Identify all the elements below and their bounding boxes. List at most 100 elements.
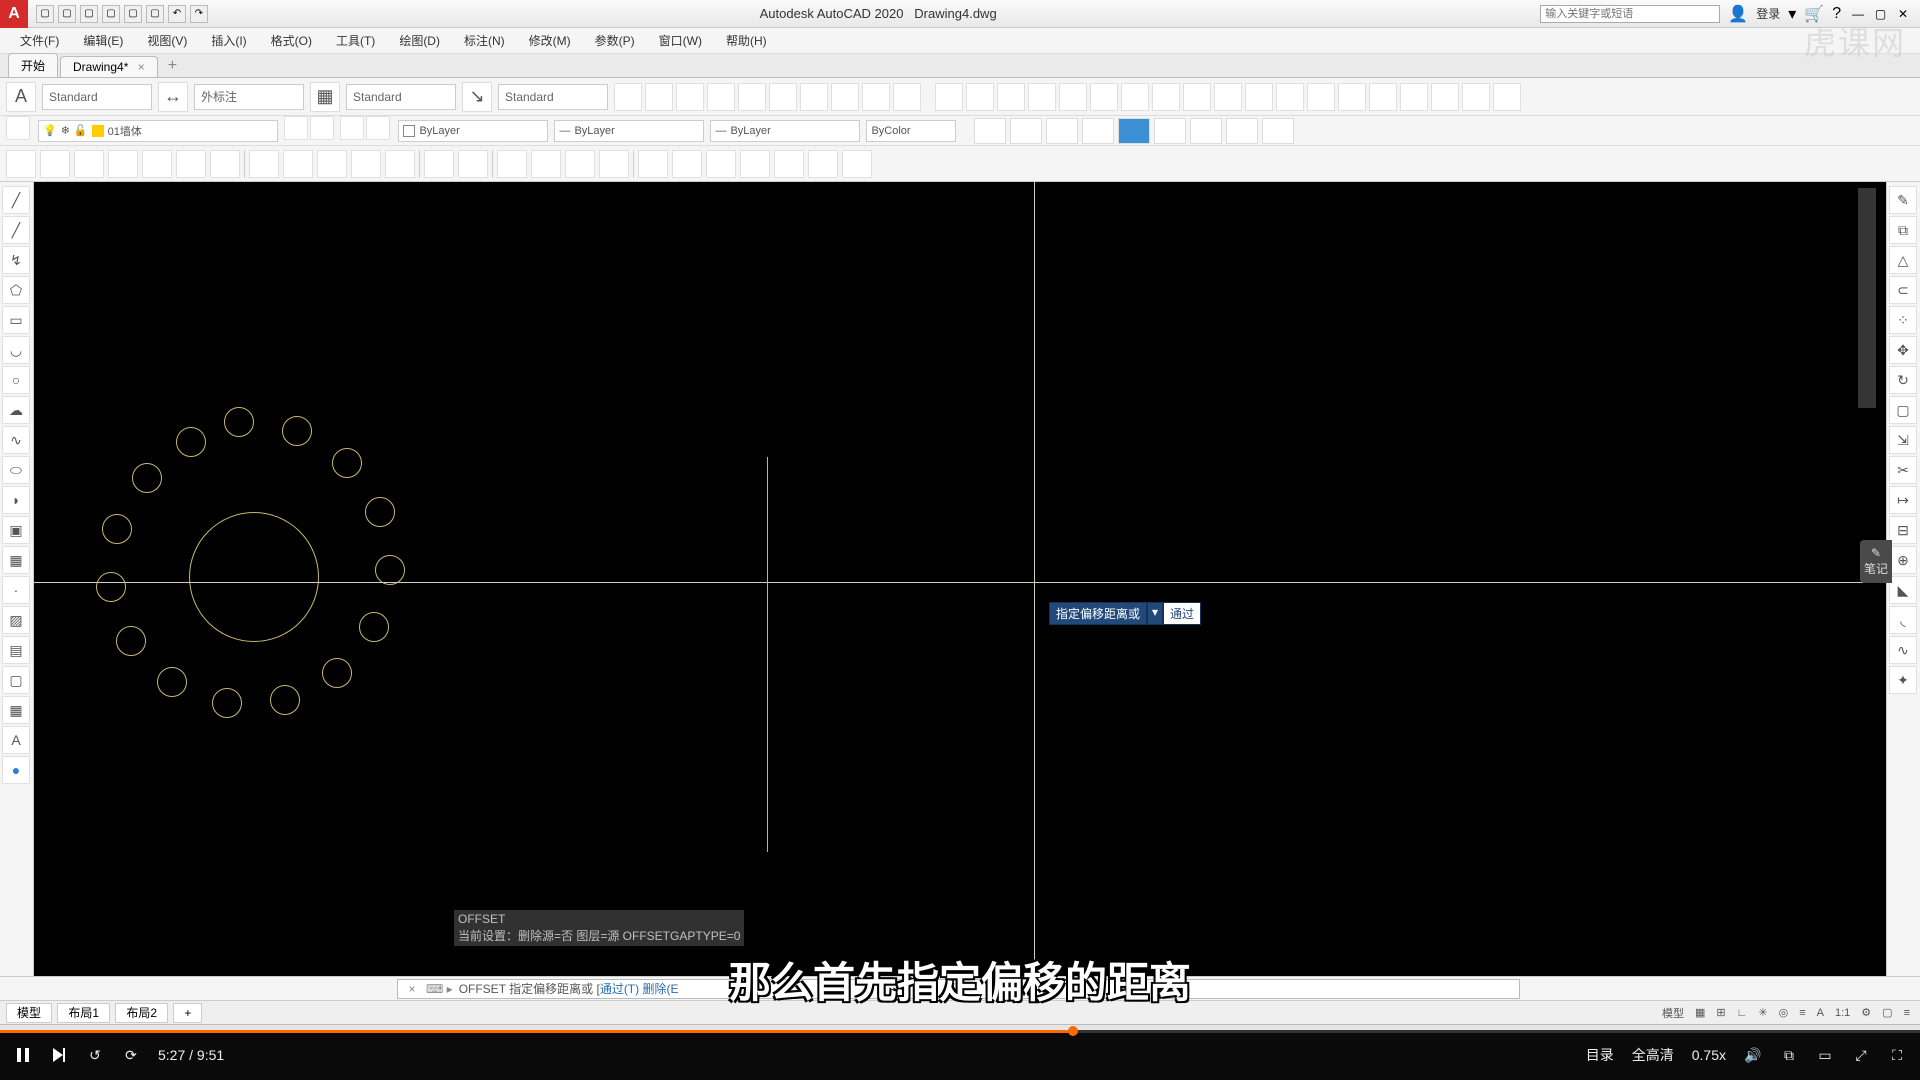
layer-icon-5[interactable] (738, 83, 766, 111)
zoom-in-icon[interactable] (1154, 118, 1186, 144)
undo-icon[interactable] (424, 150, 454, 178)
player-menu-button[interactable]: 目录 (1586, 1045, 1614, 1065)
zoom-rt-icon[interactable] (531, 150, 561, 178)
menu-param[interactable]: 参数(P) (583, 32, 647, 49)
table-style-icon[interactable]: ▦ (310, 82, 340, 112)
layer-dropdown[interactable]: 💡 ❄ 🔓 01墙体 (38, 120, 278, 142)
layer-icon-2[interactable] (645, 83, 673, 111)
cmdline-options[interactable]: 通过(T) 删除(E (600, 982, 679, 996)
markup-icon[interactable] (774, 150, 804, 178)
player-speed-button[interactable]: 0.75x (1692, 1047, 1726, 1063)
search-input[interactable] (1540, 5, 1720, 23)
layer-icon-4[interactable] (707, 83, 735, 111)
tab-layout1[interactable]: 布局1 (57, 1003, 110, 1023)
dim-radius-icon[interactable] (1059, 83, 1087, 111)
tab-start[interactable]: 开始 (8, 53, 58, 77)
dim-base-icon[interactable] (1152, 83, 1180, 111)
status-scale-icon[interactable]: 1:1 (1831, 1005, 1854, 1021)
plot-icon[interactable] (108, 150, 138, 178)
open-icon[interactable] (40, 150, 70, 178)
layer-icon-7[interactable] (800, 83, 828, 111)
zoom-all-icon[interactable] (1118, 118, 1150, 144)
menu-insert[interactable]: 插入(I) (199, 32, 258, 49)
dim-update-icon[interactable] (1462, 83, 1490, 111)
layer-icon-8[interactable] (831, 83, 859, 111)
break-icon[interactable]: ⊟ (1889, 516, 1917, 544)
dcenter-icon[interactable] (672, 150, 702, 178)
copy-icon[interactable] (283, 150, 313, 178)
menu-window[interactable]: 窗口(W) (647, 32, 714, 49)
dim-tedit-icon[interactable] (1431, 83, 1459, 111)
qat-cloud-icon[interactable]: ▢ (124, 5, 142, 23)
menu-tools[interactable]: 工具(T) (324, 32, 387, 49)
addselected-icon[interactable]: ● (2, 756, 30, 784)
color-dropdown[interactable]: ByLayer (398, 120, 548, 142)
plotstyle-dropdown[interactable]: ByColor (866, 120, 956, 142)
dim-jog-icon[interactable] (1369, 83, 1397, 111)
menu-modify[interactable]: 修改(M) (517, 32, 583, 49)
hatch-icon[interactable]: ▨ (2, 606, 30, 634)
dim-center-icon[interactable] (1307, 83, 1335, 111)
dynamic-input-field[interactable]: 通过 (1163, 602, 1201, 625)
menu-file[interactable]: 文件(F) (8, 32, 71, 49)
zoom-object-icon[interactable] (1262, 118, 1294, 144)
spline-icon[interactable]: ∿ (2, 426, 30, 454)
dim-tol-icon[interactable] (1276, 83, 1304, 111)
status-grid-icon[interactable]: ▦ (1691, 1004, 1709, 1021)
status-osnap-icon[interactable]: ◎ (1775, 1004, 1793, 1021)
layer-icon-9[interactable] (862, 83, 890, 111)
gradient-icon[interactable]: ▤ (2, 636, 30, 664)
command-line[interactable]: × ⌨ ▸ OFFSET 指定偏移距离或 [通过(T) 删除(E (397, 979, 1520, 999)
block-icon[interactable]: ▦ (2, 546, 30, 574)
navigation-bar[interactable] (1858, 188, 1876, 408)
dim-dia-icon[interactable] (1090, 83, 1118, 111)
stretch-icon[interactable]: ⇲ (1889, 426, 1917, 454)
theater-icon[interactable]: ▭ (1816, 1046, 1834, 1064)
qat-save-icon[interactable]: ▢ (80, 5, 98, 23)
redo-icon[interactable] (458, 150, 488, 178)
blend-icon[interactable]: ∿ (1889, 636, 1917, 664)
dim-reassoc-icon[interactable] (1493, 83, 1521, 111)
tab-drawing4[interactable]: Drawing4* × (60, 56, 158, 77)
3dprint-icon[interactable] (210, 150, 240, 178)
properties-icon[interactable] (638, 150, 668, 178)
zoom-realtime-icon[interactable] (1082, 118, 1114, 144)
zoom-win-icon[interactable] (565, 150, 595, 178)
tab-close-icon[interactable]: × (138, 60, 145, 74)
pause-button[interactable] (14, 1046, 32, 1064)
cut-icon[interactable] (249, 150, 279, 178)
join-icon[interactable]: ⊕ (1889, 546, 1917, 574)
status-clean-icon[interactable]: ▢ (1878, 1004, 1896, 1021)
qat-new-icon[interactable]: ▢ (36, 5, 54, 23)
layer-props-icon[interactable] (6, 116, 30, 140)
dim-style-dropdown[interactable]: 外标注 (194, 84, 304, 110)
dim-linear-icon[interactable] (935, 83, 963, 111)
mleader-style-dropdown[interactable]: Standard (498, 84, 608, 110)
menu-dim[interactable]: 标注(N) (452, 32, 517, 49)
lineweight-dropdown[interactable]: — ByLayer (554, 120, 704, 142)
help-std-icon[interactable] (842, 150, 872, 178)
dynamic-input-arrow-icon[interactable]: ▾ (1147, 602, 1163, 625)
laymch-icon[interactable] (366, 116, 390, 140)
qat-saveas-icon[interactable]: ▢ (102, 5, 120, 23)
point-icon[interactable]: · (2, 576, 30, 604)
pip-icon[interactable]: ⧉ (1780, 1046, 1798, 1064)
layiso-icon[interactable] (284, 116, 308, 140)
table-icon[interactable]: ▦ (2, 696, 30, 724)
help-icon[interactable]: ? (1832, 5, 1841, 23)
qat-redo-icon[interactable]: ↷ (190, 5, 208, 23)
fillet-icon[interactable]: ◟ (1889, 606, 1917, 634)
progress-track[interactable] (0, 1030, 1920, 1033)
tab-model[interactable]: 模型 (6, 1003, 52, 1023)
revcloud-icon[interactable]: ☁ (2, 396, 30, 424)
wide-icon[interactable]: ⤢ (1852, 1046, 1870, 1064)
pan-icon[interactable] (497, 150, 527, 178)
layer-icon-6[interactable] (769, 83, 797, 111)
zoom-center-icon[interactable] (1226, 118, 1258, 144)
toolpal-icon[interactable] (706, 150, 736, 178)
dim-break-icon[interactable] (1245, 83, 1273, 111)
preview-icon[interactable] (142, 150, 172, 178)
mleader-style-icon[interactable]: ↘ (462, 82, 492, 112)
dim-insp-icon[interactable] (1338, 83, 1366, 111)
xline-icon[interactable]: ╱ (2, 216, 30, 244)
